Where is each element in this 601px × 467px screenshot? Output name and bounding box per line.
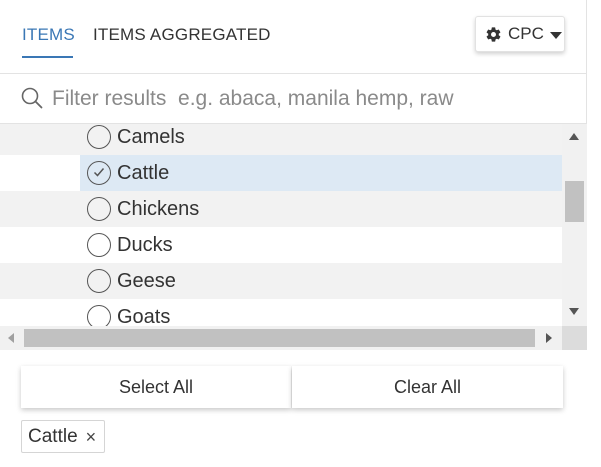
radio-unchecked-icon[interactable] [87,233,111,257]
chip-label: Cattle [28,425,78,447]
scrollbar-corner [562,326,587,350]
search-icon [21,87,43,109]
caret-down-icon [549,32,562,39]
scroll-up-arrow-icon[interactable] [569,133,579,140]
radio-checked-icon[interactable] [87,161,111,185]
item-selector-panel: ITEMS ITEMS AGGREGATED CPC Filter result… [0,0,587,467]
tab-items[interactable]: ITEMS [22,25,75,45]
selected-item-chip: Cattle × [21,420,106,453]
horizontal-scrollbar[interactable] [0,326,562,350]
filter-bar [0,74,587,124]
scroll-right-arrow-icon[interactable] [546,333,552,343]
list-item[interactable]: Goats [0,299,562,326]
clear-all-button[interactable]: Clear All [292,366,563,408]
tab-items-aggregated[interactable]: ITEMS AGGREGATED [93,25,271,45]
list-item[interactable]: Camels [0,124,562,155]
gear-icon [485,26,502,43]
vertical-scroll-thumb[interactable] [565,181,584,222]
radio-unchecked-icon[interactable] [87,197,111,221]
close-icon[interactable]: × [86,428,97,446]
active-tab-underline [22,56,73,58]
scroll-down-arrow-icon[interactable] [569,308,579,315]
radio-unchecked-icon[interactable] [87,125,111,149]
select-all-button[interactable]: Select All [21,366,291,408]
horizontal-scroll-thumb[interactable] [24,329,535,347]
list-item-label: Camels [117,125,185,148]
list-item-label: Chickens [117,197,200,220]
classification-dropdown-button[interactable]: CPC [475,16,565,52]
list-item-label: Geese [117,269,176,292]
filter-input[interactable] [52,84,552,114]
list-item[interactable]: Ducks [0,227,562,263]
list-item[interactable]: Chickens [0,191,562,227]
items-list: Camels Cattle Chickens Ducks Geese Goats [0,124,587,350]
vertical-scrollbar[interactable] [562,124,587,326]
radio-unchecked-icon[interactable] [87,305,111,326]
list-item[interactable]: Geese [0,263,562,299]
items-list-viewport: Camels Cattle Chickens Ducks Geese Goats [0,124,562,326]
classification-label: CPC [508,24,544,43]
radio-unchecked-icon[interactable] [87,269,111,293]
list-item-label: Cattle [117,161,170,184]
selection-footer: Select All Clear All Cattle × [0,350,587,467]
scroll-left-arrow-icon[interactable] [8,333,14,343]
list-item-label: Ducks [117,233,173,256]
list-item-label: Goats [117,305,171,327]
tabs-header: ITEMS ITEMS AGGREGATED CPC [0,0,587,74]
list-item[interactable]: Cattle [0,155,562,191]
